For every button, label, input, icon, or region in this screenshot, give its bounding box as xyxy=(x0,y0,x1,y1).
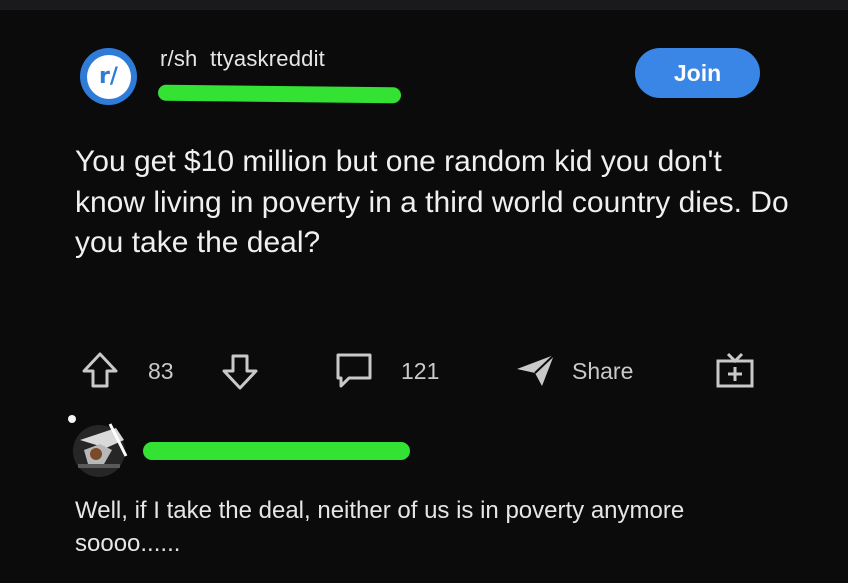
subreddit-icon-inner: r/ xyxy=(86,54,131,99)
paper-plane-icon xyxy=(517,354,555,386)
post-title[interactable]: You get $10 million but one random kid y… xyxy=(75,142,795,264)
award-button[interactable] xyxy=(714,350,756,390)
share-button[interactable] xyxy=(514,350,558,390)
app-frame: r/ r/sh ttyaskreddit Join You get $10 mi… xyxy=(0,0,848,583)
comment-body[interactable]: Well, if I take the deal, neither of us … xyxy=(75,494,795,560)
comment-count: 121 xyxy=(401,358,440,384)
share-label[interactable]: Share xyxy=(572,358,633,385)
comments-button[interactable] xyxy=(333,350,375,390)
arrow-down-outline-icon xyxy=(222,354,258,390)
status-strip xyxy=(0,0,848,10)
speech-bubble-icon xyxy=(336,353,372,388)
avatar-image-icon xyxy=(68,415,128,477)
redaction-bar-commenter xyxy=(143,442,410,460)
gift-box-icon xyxy=(716,352,754,388)
downvote-button[interactable] xyxy=(220,352,260,392)
subreddit-name[interactable]: r/sh ttyaskreddit xyxy=(160,46,325,72)
subreddit-icon[interactable]: r/ xyxy=(80,48,137,105)
commenter-avatar[interactable] xyxy=(66,414,136,480)
upvote-button[interactable] xyxy=(80,350,120,390)
join-button[interactable]: Join xyxy=(635,48,760,98)
vote-score: 83 xyxy=(148,358,174,384)
redaction-bar-username xyxy=(157,84,402,104)
arrow-up-outline-icon xyxy=(82,352,118,388)
